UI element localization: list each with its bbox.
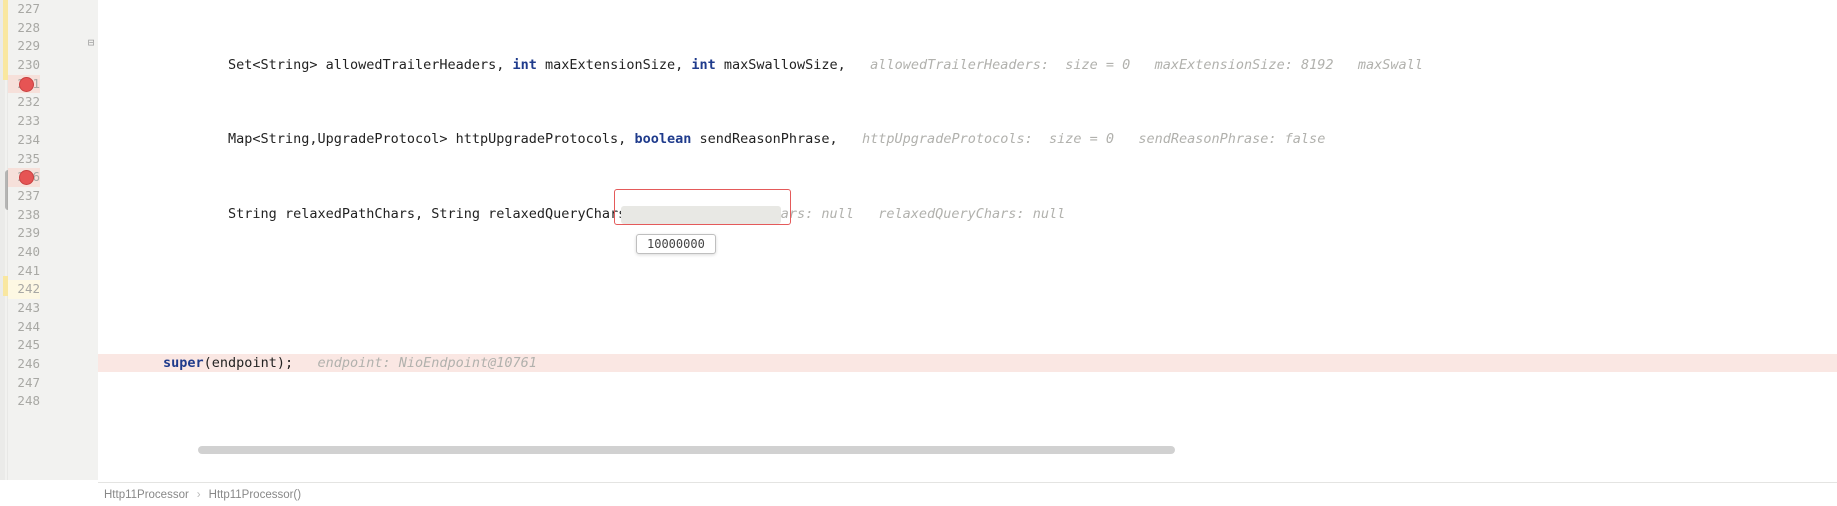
code-line[interactable]: String relaxedPathChars, String relaxedQ… xyxy=(98,205,1837,224)
horizontal-scrollbar-thumb[interactable] xyxy=(198,446,1175,454)
line-number[interactable]: 237 xyxy=(8,187,40,206)
line-number[interactable]: 235 xyxy=(8,150,40,169)
line-number[interactable]: 227 xyxy=(8,0,40,19)
line-number[interactable]: 246 xyxy=(8,355,40,374)
line-number[interactable]: 233 xyxy=(8,112,40,131)
code-line[interactable]: Map<String,UpgradeProtocol> httpUpgradeP… xyxy=(98,130,1837,149)
inlay-hint: httpUpgradeProtocols: size = 0 sendReaso… xyxy=(838,131,1326,147)
line-number[interactable]: 231 xyxy=(8,75,40,94)
horizontal-scrollbar[interactable] xyxy=(196,444,1825,456)
code-line[interactable]: Set<String> allowedTrailerHeaders, int m… xyxy=(98,56,1837,75)
gutter[interactable]: 227 228 229 230 231 232 233 234 235 236 … xyxy=(8,0,98,480)
chevron-right-icon: › xyxy=(195,489,203,501)
line-numbers: 227 228 229 230 231 232 233 234 235 236 … xyxy=(8,0,98,411)
line-number[interactable]: 239 xyxy=(8,224,40,243)
line-number[interactable]: 241 xyxy=(8,262,40,281)
line-number[interactable]: 248 xyxy=(8,392,40,411)
breadcrumb-item[interactable]: Http11Processor() xyxy=(203,489,307,501)
left-margin xyxy=(0,0,8,480)
fold-icon[interactable]: ⊟ xyxy=(86,38,96,48)
line-number[interactable]: 228 xyxy=(8,19,40,38)
inlay-hint: allowedTrailerHeaders: size = 0 maxExten… xyxy=(846,57,1423,73)
fold-column: ⊟ xyxy=(86,0,98,480)
line-number[interactable]: 238 xyxy=(8,206,40,225)
code-line[interactable]: super(endpoint); endpoint: NioEndpoint@1… xyxy=(98,354,1837,373)
line-number[interactable]: 244 xyxy=(8,318,40,337)
line-number[interactable]: 230 xyxy=(8,56,40,75)
code-editor[interactable]: 227 228 229 230 231 232 233 234 235 236 … xyxy=(0,0,1837,480)
breadcrumbs[interactable]: Http11Processor › Http11Processor() xyxy=(98,482,1837,506)
line-number[interactable]: 234 xyxy=(8,131,40,150)
line-number[interactable]: 229 xyxy=(8,37,40,56)
line-number[interactable]: 242 xyxy=(8,280,40,299)
inlay-hint: relaxedPathChars: null relaxedQueryChars… xyxy=(651,206,1066,222)
line-number[interactable]: 232 xyxy=(8,93,40,112)
inlay-hint: endpoint: NioEndpoint@10761 xyxy=(293,355,537,371)
line-number[interactable]: 243 xyxy=(8,299,40,318)
line-number[interactable]: 245 xyxy=(8,336,40,355)
line-number[interactable]: 247 xyxy=(8,374,40,393)
debug-value-tooltip: 10000000 xyxy=(636,234,716,254)
line-number[interactable]: 240 xyxy=(8,243,40,262)
code-area[interactable]: Set<String> allowedTrailerHeaders, int m… xyxy=(98,0,1837,480)
breadcrumb-item[interactable]: Http11Processor xyxy=(98,489,195,501)
code-line[interactable] xyxy=(98,279,1837,298)
breakpoint-icon[interactable] xyxy=(19,77,34,92)
line-number[interactable]: 236 xyxy=(8,168,40,187)
